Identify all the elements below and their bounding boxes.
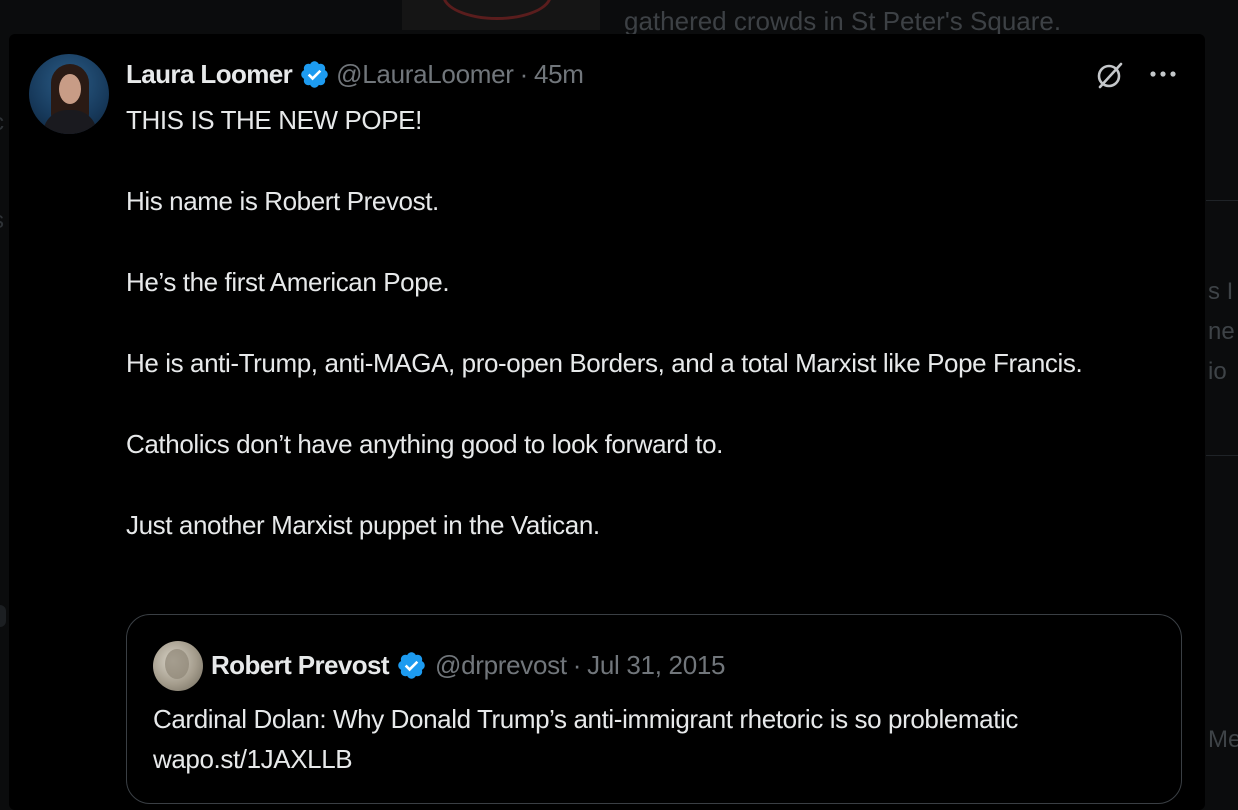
tweet-paragraph: He is anti-Trump, anti-MAGA, pro-open Bo… <box>126 348 1083 378</box>
background-left-text: s <box>0 206 4 236</box>
background-element <box>0 605 6 627</box>
quoted-author-handle[interactable]: @drprevost <box>435 650 567 681</box>
quoted-author-display-name[interactable]: Robert Prevost <box>211 650 390 681</box>
tweet-paragraph: Catholics don’t have anything good to lo… <box>126 429 724 459</box>
quoted-tweet-text: Cardinal Dolan: Why Donald Trump’s anti-… <box>153 704 1019 774</box>
tweet-paragraph: THIS IS THE NEW POPE! <box>126 105 422 135</box>
author-avatar[interactable] <box>29 54 109 134</box>
background-side-text: io <box>1208 358 1227 385</box>
background-side-text: ne <box>1208 318 1235 345</box>
author-display-name[interactable]: Laura Loomer <box>126 59 293 90</box>
quoted-header-separator: · <box>572 649 582 680</box>
background-divider <box>1206 455 1238 456</box>
background-left-text: c <box>0 108 4 138</box>
background-side-text: Me <box>1208 726 1238 753</box>
quoted-author-avatar[interactable] <box>153 641 203 691</box>
verified-badge-icon[interactable] <box>396 650 427 681</box>
quoted-tweet-header: Robert Prevost @drprevost · Jul 31, 2015 <box>211 643 726 687</box>
tweet-paragraph: His name is Robert Prevost. <box>126 186 439 216</box>
slashed-circle-icon[interactable] <box>1093 58 1127 92</box>
verified-badge-icon[interactable] <box>299 59 330 90</box>
background-side-text: s I <box>1208 278 1234 305</box>
tweet-header: Laura Loomer @LauraLoomer · 45m <box>126 56 584 92</box>
header-separator: · <box>519 58 529 89</box>
background-divider <box>1206 200 1238 201</box>
tweet-body: THIS IS THE NEW POPE! His name is Robert… <box>126 100 1166 546</box>
tweet-paragraph: Just another Marxist puppet in the Vatic… <box>126 510 600 540</box>
quoted-tweet-date[interactable]: Jul 31, 2015 <box>587 650 725 681</box>
background-thumbnail <box>402 0 600 30</box>
quoted-tweet[interactable]: Robert Prevost @drprevost · Jul 31, 2015… <box>126 614 1182 804</box>
tweet-paragraph: He’s the first American Pope. <box>126 267 450 297</box>
author-handle[interactable]: @LauraLoomer <box>336 59 514 90</box>
tweet-card: Laura Loomer @LauraLoomer · 45m THIS IS … <box>9 34 1205 810</box>
more-options-icon[interactable] <box>1145 58 1181 92</box>
tweet-timestamp[interactable]: 45m <box>534 59 584 90</box>
background-headline: gathered crowds in St Peter's Square. <box>624 6 1062 36</box>
